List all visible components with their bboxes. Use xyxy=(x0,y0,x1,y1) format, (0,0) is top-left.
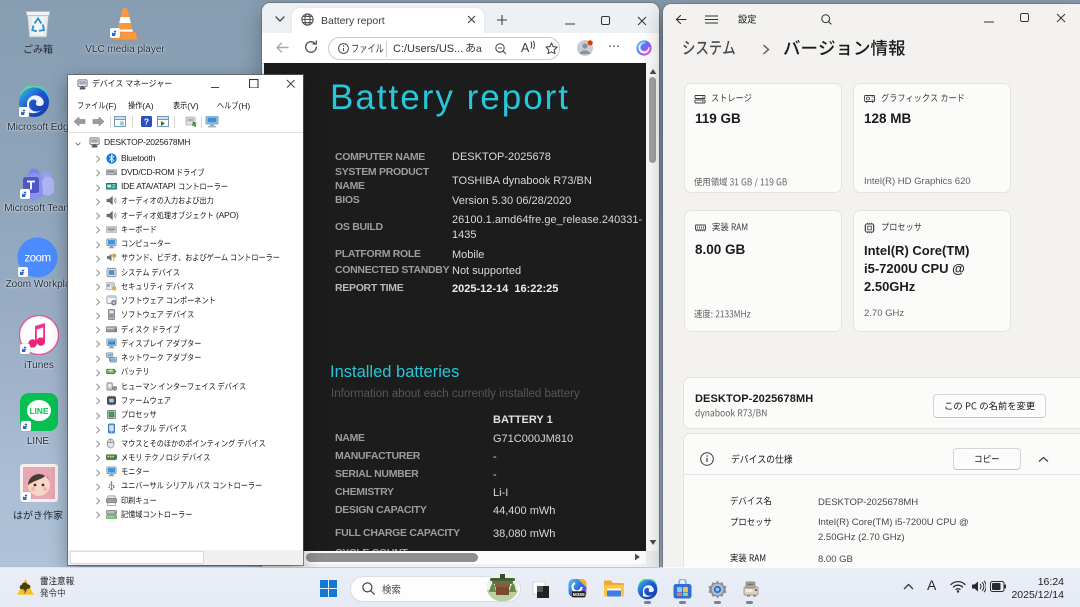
svg-text:zoom: zoom xyxy=(24,253,50,265)
svg-text:LINE: LINE xyxy=(29,406,48,416)
svg-text:M365: M365 xyxy=(573,592,585,598)
svg-text:?: ? xyxy=(144,117,149,127)
